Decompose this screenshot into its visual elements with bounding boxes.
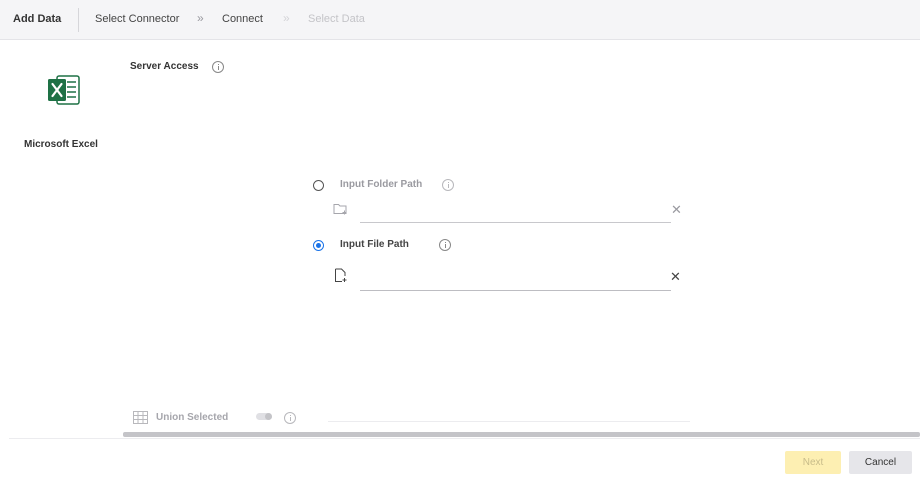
folder-path-radio[interactable] — [313, 180, 324, 191]
info-icon[interactable] — [442, 179, 454, 191]
title-divider — [78, 8, 79, 32]
clear-icon[interactable]: ✕ — [670, 270, 681, 283]
cancel-button[interactable]: Cancel — [849, 451, 912, 474]
horizontal-scrollbar[interactable] — [123, 432, 920, 437]
top-bar: Add Data Select Connector » Connect » Se… — [0, 0, 920, 40]
step-select-connector[interactable]: Select Connector — [95, 13, 179, 25]
footer-divider — [9, 438, 920, 439]
file-path-input[interactable] — [360, 270, 671, 291]
folder-add-icon[interactable] — [333, 202, 349, 215]
connector-name: Microsoft Excel — [24, 139, 98, 150]
excel-icon — [48, 75, 80, 105]
file-path-label: Input File Path — [340, 239, 409, 250]
file-path-radio[interactable] — [313, 240, 324, 251]
info-icon[interactable] — [212, 61, 224, 73]
next-button[interactable]: Next — [785, 451, 841, 474]
grid-icon — [133, 411, 148, 424]
folder-path-label: Input Folder Path — [340, 179, 423, 190]
page-title: Add Data — [13, 13, 62, 25]
step-select-data: Select Data — [308, 13, 365, 25]
folder-path-input[interactable] — [360, 202, 671, 223]
chevron-right-icon: » — [283, 11, 290, 25]
chevron-right-icon: » — [197, 11, 204, 25]
union-selected-label: Union Selected — [156, 412, 229, 423]
clear-icon[interactable]: ✕ — [671, 203, 682, 216]
step-connect[interactable]: Connect — [222, 13, 263, 25]
file-add-icon[interactable] — [334, 268, 348, 283]
info-icon[interactable] — [284, 412, 296, 424]
union-toggle[interactable] — [256, 413, 272, 420]
server-access-label: Server Access — [130, 61, 199, 72]
info-icon[interactable] — [439, 239, 451, 251]
union-divider — [328, 421, 690, 422]
